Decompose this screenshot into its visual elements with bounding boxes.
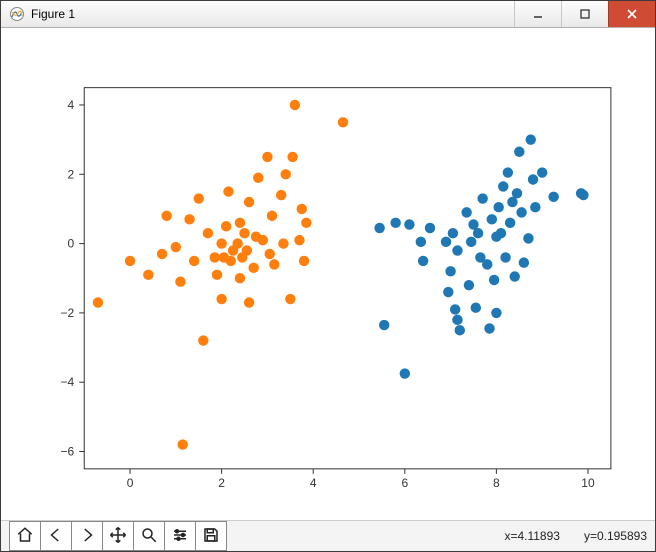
svg-text:−6: −6 [61,444,75,458]
arrow-right-icon [78,526,96,547]
svg-text:0: 0 [127,475,134,489]
plot-area[interactable]: 0 2 4 6 8 10 −6 −4 −2 0 2 4 [1,28,655,520]
svg-text:4: 4 [310,475,317,489]
forward-button[interactable] [71,521,103,551]
svg-text:4: 4 [68,98,75,112]
sliders-icon [171,526,189,547]
home-button[interactable] [9,521,41,551]
titlebar[interactable]: Figure 1 [1,1,655,28]
statusbar: x=4.11893 y=0.195893 [1,520,655,551]
window-buttons [514,1,655,27]
zoom-icon [140,526,158,547]
configure-button[interactable] [164,521,196,551]
scatter-chart[interactable]: 0 2 4 6 8 10 −6 −4 −2 0 2 4 [9,36,647,512]
back-button[interactable] [40,521,72,551]
move-icon [109,526,127,547]
svg-text:−4: −4 [61,375,75,389]
svg-text:−2: −2 [61,305,75,319]
save-button[interactable] [195,521,227,551]
nav-toolbar [9,521,226,551]
svg-text:0: 0 [68,236,75,250]
svg-text:8: 8 [493,475,500,489]
save-icon [202,526,220,547]
svg-text:2: 2 [218,475,225,489]
app-icon [9,6,25,22]
maximize-button[interactable] [561,1,608,27]
coord-x: x=4.11893 [504,529,560,543]
figure-window: Figure 1 0246810−6−4−2024 x=4.118 [0,0,656,552]
svg-text:6: 6 [401,475,408,489]
zoom-button[interactable] [133,521,165,551]
svg-text:10: 10 [581,475,595,489]
home-icon [16,526,34,547]
close-button[interactable] [608,1,655,27]
svg-text:2: 2 [68,167,75,181]
pan-button[interactable] [102,521,134,551]
coord-y: y=0.195893 [584,529,647,543]
cursor-coords: x=4.11893 y=0.195893 [504,529,647,543]
arrow-left-icon [47,526,65,547]
window-title: Figure 1 [31,7,514,21]
minimize-button[interactable] [514,1,561,27]
